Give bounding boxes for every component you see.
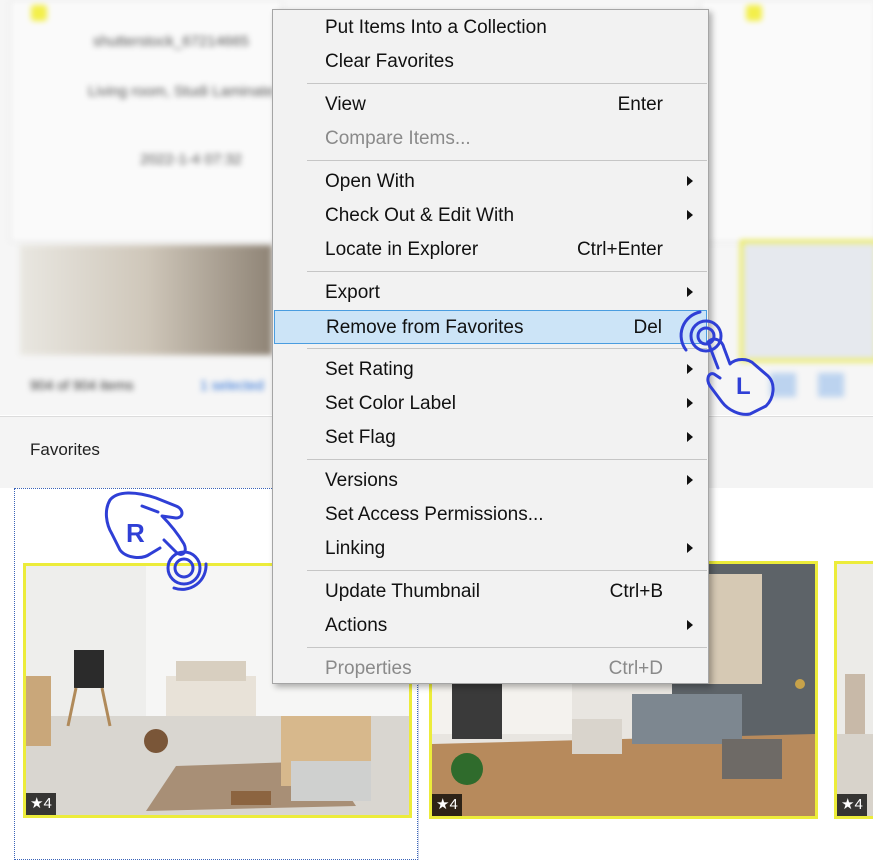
submenu-arrow-icon [687,543,693,553]
card-date: 2022-1-4 07:32 [140,151,242,168]
menu-item-shortcut: Ctrl+Enter [576,239,663,260]
menu-item-remove-from-favorites[interactable]: Remove from Favorites Del [274,310,707,344]
menu-item-shortcut: Ctrl+B [609,581,663,602]
menu-item-label: Compare Items... [325,128,471,149]
menu-separator [307,348,707,349]
menu-separator [307,83,707,84]
menu-item-label: Locate in Explorer [325,239,479,260]
menu-item-put-items-into-a-collection[interactable]: Put Items Into a Collection [274,11,707,45]
menu-separator [307,570,707,571]
menu-item-view[interactable]: View Enter [274,88,707,122]
menu-separator [307,459,707,460]
background-card-right [700,0,873,242]
context-menu: Put Items Into a Collection Clear Favorit… [272,9,709,684]
menu-item-locate-in-explorer[interactable]: Locate in Explorer Ctrl+Enter [274,233,707,267]
submenu-arrow-icon [687,432,693,442]
menu-item-shortcut: Enter [617,94,663,115]
view-mode-icon[interactable] [818,373,844,397]
menu-separator [307,271,707,272]
menu-item-clear-favorites[interactable]: Clear Favorites [274,45,707,79]
favorites-title: Favorites [30,440,100,459]
right-click-hand-icon: R [104,491,208,591]
background-card-left: shutterstock_67214665 Living room, Studi… [10,0,282,242]
color-label-icon [746,5,762,21]
menu-separator [307,160,707,161]
favorite-thumbnail[interactable]: ★4 [834,561,873,819]
menu-item-label: View [325,94,366,115]
rating-badge: ★4 [26,793,56,815]
color-label-icon [31,5,47,21]
submenu-arrow-icon [687,620,693,630]
menu-item-label: Set Rating [325,359,414,380]
submenu-arrow-icon [687,475,693,485]
submenu-arrow-icon [687,287,693,297]
menu-item-label: Set Flag [325,427,396,448]
menu-item-label: Linking [325,538,386,559]
menu-item-update-thumbnail[interactable]: Update Thumbnail Ctrl+B [274,575,707,609]
menu-item-versions[interactable]: Versions [274,464,707,498]
menu-item-label: Clear Favorites [325,51,454,72]
menu-item-export[interactable]: Export [274,276,707,310]
menu-item-label: Set Color Label [325,393,456,414]
rating-badge: ★4 [432,794,462,816]
menu-item-label: Open With [325,171,415,192]
left-click-letter: L [736,373,751,400]
right-click-letter: R [126,518,145,548]
left-click-hand-icon: L [679,310,775,416]
menu-item-label: Check Out & Edit With [325,205,515,226]
menu-item-label: Export [325,282,380,303]
menu-item-set-rating[interactable]: Set Rating [274,353,707,387]
menu-item-label: Remove from Favorites [326,317,524,338]
background-thumbnail-left [20,245,272,355]
menu-item-label: Versions [325,470,398,491]
menu-item-set-color-label[interactable]: Set Color Label [274,387,707,421]
menu-item-check-out-edit-with[interactable]: Check Out & Edit With [274,199,707,233]
submenu-arrow-icon [687,176,693,186]
selected-count: 1 selected [200,377,264,393]
rating-badge: ★4 [837,794,867,816]
menu-item-label: Set Access Permissions... [325,504,544,525]
menu-item-label: Update Thumbnail [325,581,480,602]
menu-item-compare-items: Compare Items... [274,122,707,156]
item-count: 904 of 904 items [30,377,134,393]
room-photo-partial [837,564,873,816]
menu-item-set-access-permissions[interactable]: Set Access Permissions... [274,498,707,532]
menu-item-label: Put Items Into a Collection [325,17,547,38]
menu-item-properties: Properties Ctrl+D [274,652,707,686]
menu-item-label: Properties [325,658,412,679]
card-filename: shutterstock_67214665 [93,33,249,50]
menu-separator [307,647,707,648]
menu-item-label: Actions [325,615,388,636]
submenu-arrow-icon [687,210,693,220]
menu-item-actions[interactable]: Actions [274,609,707,643]
card-title: Living room, Studi Laminate [88,83,274,100]
menu-item-set-flag[interactable]: Set Flag [274,421,707,455]
menu-item-shortcut: Ctrl+D [608,658,663,679]
menu-item-shortcut: Del [633,317,662,338]
menu-item-open-with[interactable]: Open With [274,165,707,199]
menu-item-linking[interactable]: Linking [274,532,707,566]
